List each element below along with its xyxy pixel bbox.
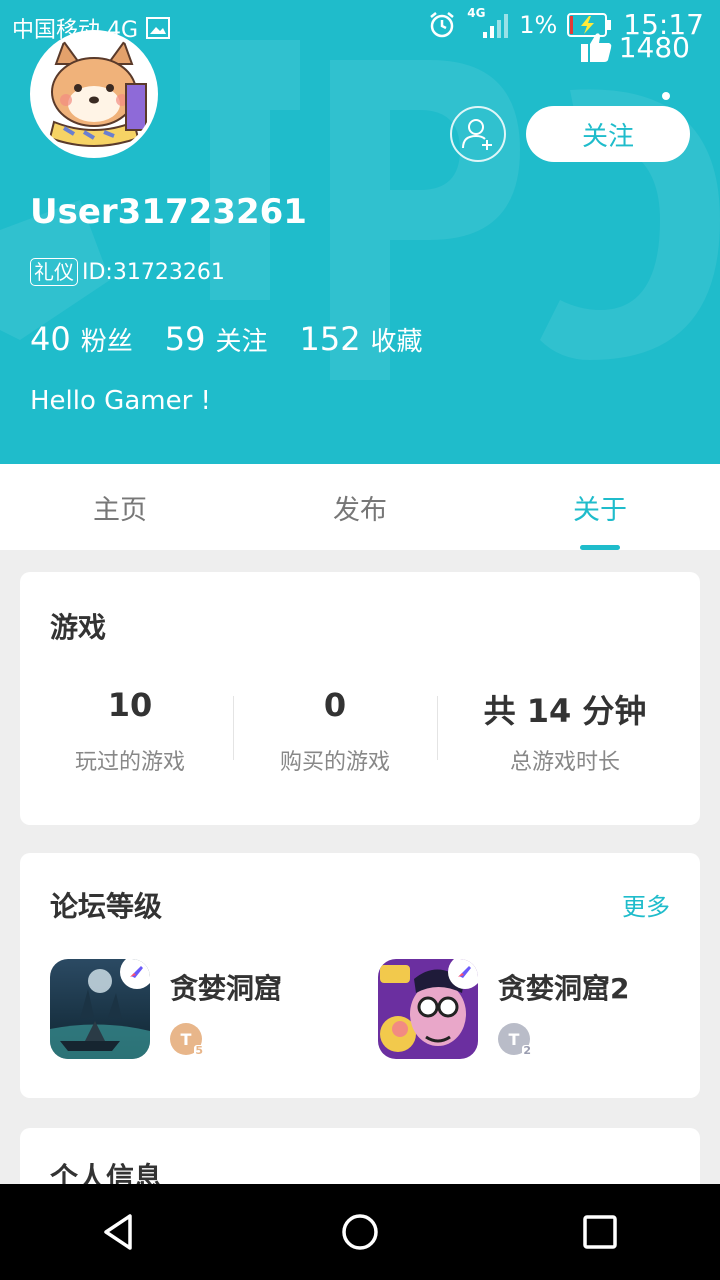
user-id: ID:31723261 bbox=[82, 259, 225, 285]
battery-percent: 1% bbox=[519, 10, 558, 39]
forum-item-greedy-cave[interactable]: 贪婪洞窟 T 5 bbox=[50, 959, 282, 1059]
system-nav-bar bbox=[0, 1184, 720, 1280]
divider bbox=[233, 696, 234, 760]
platform-badge-icon bbox=[448, 959, 478, 989]
play-time-value: 共 14 分钟 bbox=[483, 692, 647, 730]
games-played-stat[interactable]: 10 玩过的游戏 bbox=[50, 686, 210, 776]
alarm-icon bbox=[430, 11, 454, 37]
tab-about-label: 关于 bbox=[573, 494, 627, 526]
profile-tabs: 主页 发布 关于 bbox=[0, 464, 720, 550]
games-purchased-label: 购买的游戏 bbox=[279, 750, 390, 775]
play-time-label: 总游戏时长 bbox=[509, 750, 620, 775]
tab-home-label: 主页 bbox=[93, 494, 147, 526]
stat-favorites-label: 收藏 bbox=[370, 327, 423, 357]
play-time-stat[interactable]: 共 14 分钟 总游戏时长 bbox=[460, 686, 670, 776]
medal-level: 2 bbox=[522, 1044, 532, 1057]
stat-fans-label: 粉丝 bbox=[80, 327, 133, 357]
stat-favorites[interactable]: 152 收藏 bbox=[299, 320, 422, 358]
forum-name: 贪婪洞窟 bbox=[170, 972, 283, 1005]
forum-card-title: 论坛等级 bbox=[50, 890, 163, 923]
games-card: 游戏 10 玩过的游戏 0 购买的游戏 共 14 分钟 总游戏时长 bbox=[20, 572, 700, 825]
signal-icon: 4G bbox=[467, 6, 509, 40]
level-medal-icon: T 5 bbox=[170, 1023, 204, 1057]
game-icon-greedy-cave-2 bbox=[378, 959, 478, 1059]
divider bbox=[437, 696, 438, 760]
stat-following-label: 关注 bbox=[215, 327, 268, 357]
username: User31723261 bbox=[30, 192, 307, 232]
back-button[interactable] bbox=[72, 1184, 168, 1280]
indicator-dot bbox=[662, 92, 670, 100]
tab-posts[interactable]: 发布 bbox=[240, 464, 480, 550]
games-card-title: 游戏 bbox=[50, 611, 107, 644]
add-friend-button[interactable] bbox=[450, 106, 506, 162]
tab-home[interactable]: 主页 bbox=[0, 464, 240, 550]
tab-posts-label: 发布 bbox=[333, 494, 387, 526]
recents-square-icon bbox=[583, 1215, 617, 1249]
stat-fans-count: 40 bbox=[30, 320, 71, 358]
user-id-row: 礼仪 ID:31723261 bbox=[30, 258, 225, 286]
tab-about[interactable]: 关于 bbox=[480, 464, 720, 550]
bio: Hello Gamer ! bbox=[30, 386, 211, 416]
avatar-dog-illustration bbox=[34, 34, 154, 154]
stat-following[interactable]: 59 关注 bbox=[165, 320, 268, 358]
games-played-count: 10 bbox=[107, 686, 153, 724]
forum-level-card: 论坛等级 更多 贪婪洞窟 T 5 贪婪洞窟2 T 2 bbox=[20, 853, 700, 1098]
etiquette-badge: 礼仪 bbox=[30, 258, 78, 286]
profile-header: 中国移动 4G 4G 1% 15:17 1480 关注 User31723261… bbox=[0, 0, 720, 464]
medal-letter: T bbox=[180, 1029, 192, 1049]
profile-stats: 40 粉丝 59 关注 152 收藏 bbox=[30, 320, 455, 358]
level-medal-icon: T 2 bbox=[498, 1023, 532, 1057]
more-link[interactable]: 更多 bbox=[622, 887, 670, 922]
forum-item-greedy-cave-2[interactable]: 贪婪洞窟2 T 2 bbox=[378, 959, 629, 1059]
stat-following-count: 59 bbox=[164, 320, 206, 358]
home-button[interactable] bbox=[312, 1184, 408, 1280]
back-triangle-icon bbox=[104, 1214, 132, 1250]
home-circle-icon bbox=[342, 1214, 378, 1250]
recents-button[interactable] bbox=[552, 1184, 648, 1280]
stat-fans[interactable]: 40 粉丝 bbox=[30, 320, 133, 358]
game-icon-greedy-cave bbox=[50, 959, 150, 1059]
forum-name: 贪婪洞窟2 bbox=[498, 972, 630, 1005]
games-purchased-stat[interactable]: 0 购买的游戏 bbox=[255, 686, 415, 776]
games-played-label: 玩过的游戏 bbox=[74, 750, 185, 775]
like-count: 1480 bbox=[618, 30, 690, 64]
active-tab-indicator bbox=[580, 545, 620, 550]
follow-button[interactable]: 关注 bbox=[526, 106, 690, 162]
thumbs-up-icon bbox=[580, 33, 611, 62]
avatar[interactable] bbox=[30, 30, 158, 158]
like-counter[interactable]: 1480 bbox=[579, 30, 690, 64]
platform-badge-icon bbox=[120, 959, 150, 989]
games-purchased-count: 0 bbox=[323, 686, 347, 724]
add-user-icon bbox=[462, 119, 492, 150]
image-notification-icon bbox=[146, 17, 171, 39]
medal-level: 5 bbox=[194, 1044, 204, 1057]
stat-favorites-count: 152 bbox=[299, 320, 361, 358]
medal-letter: T bbox=[508, 1029, 520, 1049]
